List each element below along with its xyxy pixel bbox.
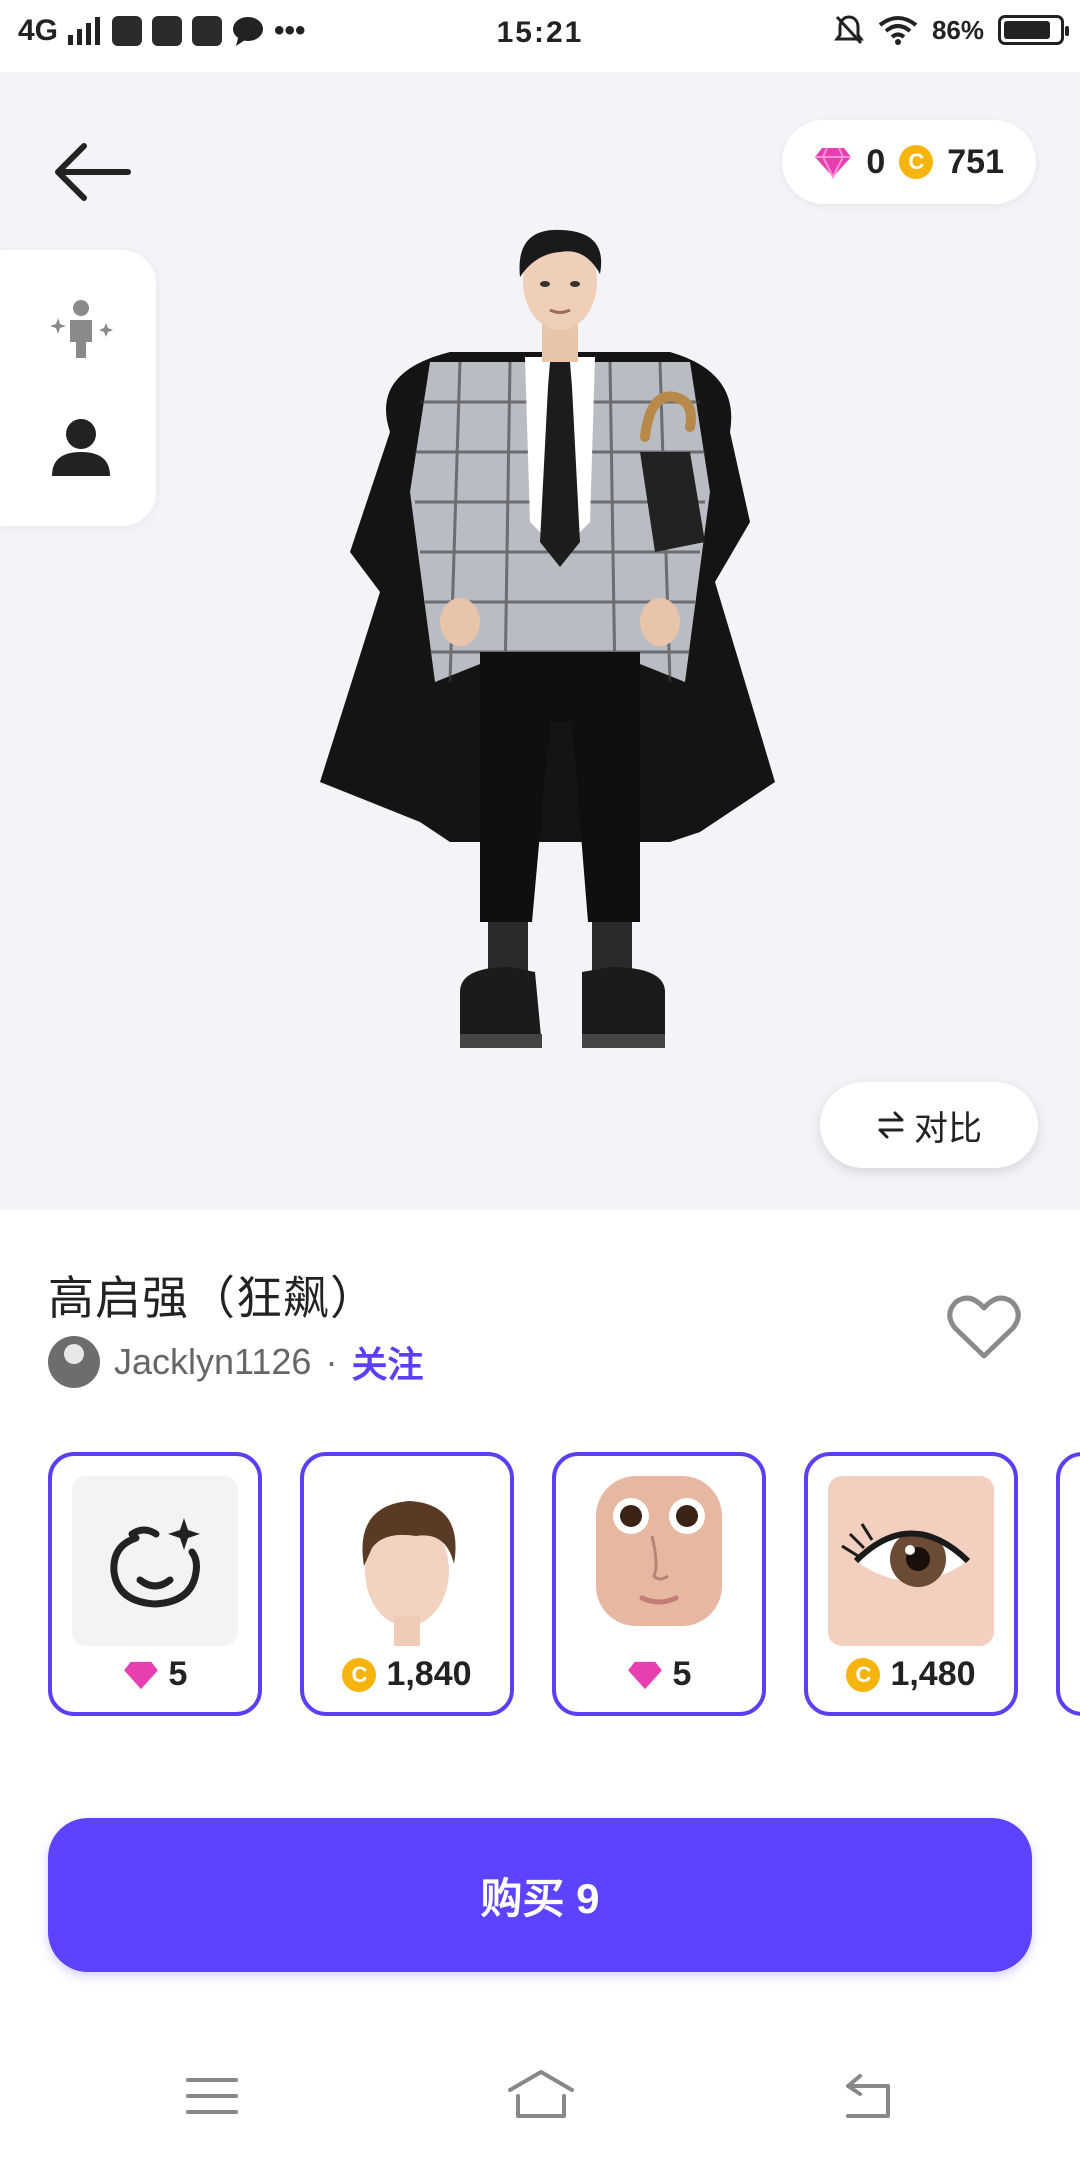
wallet-balance[interactable]: 0 C 751 bbox=[782, 120, 1036, 204]
gem-icon bbox=[627, 1661, 662, 1689]
separator-dot: · bbox=[325, 1341, 338, 1382]
hair-preview bbox=[362, 1501, 456, 1646]
status-right: 86% bbox=[833, 14, 1069, 46]
avatar-model[interactable] bbox=[310, 222, 810, 1202]
item-face[interactable]: 5 bbox=[552, 1452, 766, 1716]
body-sparkle-icon[interactable] bbox=[48, 296, 114, 362]
system-nav-bar bbox=[0, 2040, 1080, 2160]
mute-bell-icon bbox=[833, 15, 864, 45]
items-list[interactable]: 5 C 1,840 5 C 1,480 bbox=[48, 1452, 1080, 1722]
item-thumbnail bbox=[576, 1476, 742, 1646]
item-price: C 1,480 bbox=[808, 1655, 1014, 1694]
return-icon[interactable] bbox=[838, 2066, 898, 2126]
battery-icon bbox=[998, 15, 1069, 45]
battery-percent: 86% bbox=[931, 14, 984, 45]
status-bar: 4G ••• 15:21 86% bbox=[0, 0, 1080, 72]
coin-icon: C bbox=[846, 1657, 881, 1692]
gem-icon bbox=[815, 147, 852, 178]
coin-icon: C bbox=[899, 145, 934, 179]
follow-button[interactable]: 关注 bbox=[351, 1336, 423, 1388]
price-value: 1,840 bbox=[386, 1655, 472, 1693]
avatar-stage[interactable]: 0 C 751 对比 bbox=[0, 72, 1080, 1210]
author-row: Jacklyn1126 · 关注 bbox=[48, 1336, 423, 1388]
menu-icon[interactable] bbox=[182, 2066, 242, 2126]
author-avatar[interactable] bbox=[48, 1336, 100, 1388]
price-value: 5 bbox=[168, 1655, 188, 1693]
view-mode-panel bbox=[0, 250, 156, 526]
author-name[interactable]: Jacklyn1126 bbox=[114, 1341, 311, 1383]
buy-button[interactable]: 购买 9 bbox=[48, 1818, 1032, 1972]
coin-balance: 751 bbox=[947, 142, 1004, 181]
item-thumbnail bbox=[828, 1476, 994, 1646]
item-eye[interactable]: C 1,480 bbox=[804, 1452, 1018, 1716]
heart-outline-icon[interactable] bbox=[946, 1292, 1022, 1362]
item-price: 5 bbox=[52, 1655, 258, 1694]
wifi-icon bbox=[878, 16, 918, 45]
item-partial[interactable] bbox=[1056, 1452, 1080, 1716]
face-preview bbox=[596, 1476, 722, 1626]
eye-preview bbox=[841, 1523, 971, 1587]
item-thumbnail bbox=[72, 1476, 238, 1646]
gem-icon bbox=[123, 1661, 158, 1689]
gem-balance: 0 bbox=[866, 142, 886, 181]
home-icon[interactable] bbox=[506, 2066, 576, 2126]
outfit-title: 高启强（狂飙） bbox=[48, 1272, 377, 1324]
face-sparkle-icon bbox=[110, 1518, 200, 1608]
coin-icon: C bbox=[342, 1657, 377, 1692]
compare-label: 对比 bbox=[914, 1109, 982, 1148]
swap-icon bbox=[878, 1111, 904, 1139]
battery-fill bbox=[1004, 21, 1051, 39]
compare-button[interactable]: 对比 bbox=[820, 1082, 1038, 1168]
item-hair[interactable]: C 1,840 bbox=[300, 1452, 514, 1716]
item-price: 5 bbox=[556, 1655, 762, 1694]
item-thumbnail bbox=[324, 1476, 490, 1646]
item-price: C 1,840 bbox=[304, 1655, 510, 1694]
head-icon[interactable] bbox=[48, 414, 114, 480]
price-value: 5 bbox=[672, 1655, 692, 1693]
price-value: 1,480 bbox=[890, 1655, 976, 1693]
item-face-template[interactable]: 5 bbox=[48, 1452, 262, 1716]
back-arrow-icon[interactable] bbox=[48, 132, 138, 212]
